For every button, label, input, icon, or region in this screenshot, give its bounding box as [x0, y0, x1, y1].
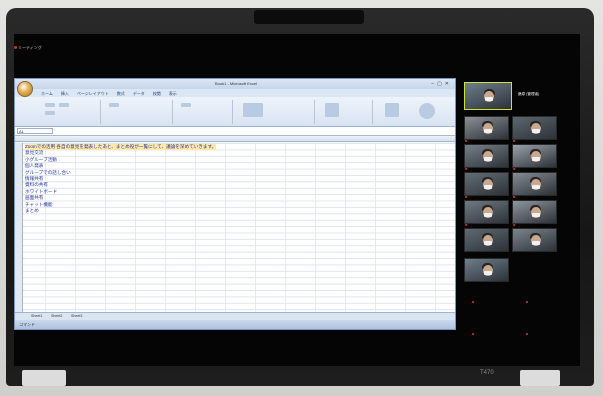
participant-mask	[483, 241, 492, 245]
ribbon-tab[interactable]: データ	[133, 89, 145, 97]
laptop-display: ミーティング Book1 - Microsoft Excel –▢✕ ホーム 挿入…	[14, 34, 580, 366]
video-tile[interactable]	[464, 144, 509, 168]
participant-name: 桑原 (管理者)	[518, 92, 540, 96]
ribbon-tab[interactable]: 校閲	[153, 89, 161, 97]
video-tile[interactable]	[464, 258, 509, 282]
hinge-left	[22, 370, 66, 386]
participant-mask	[483, 157, 492, 161]
participant-mask	[531, 241, 540, 245]
video-tile[interactable]	[464, 82, 512, 110]
participant-mask	[483, 185, 492, 189]
mic-muted-icon	[465, 168, 467, 170]
meeting-title: ミーティング	[18, 45, 42, 50]
laptop-model: T470	[480, 370, 494, 376]
name-box[interactable]: A1	[17, 128, 53, 134]
ribbon-tab[interactable]: 表示	[169, 89, 177, 97]
ribbon-tab[interactable]: 数式	[117, 89, 125, 97]
column-headers	[15, 136, 455, 142]
window-title: Book1 - Microsoft Excel	[215, 81, 258, 86]
video-tile[interactable]	[512, 228, 557, 252]
insert-cells-icon[interactable]	[325, 103, 339, 117]
participant-mask	[531, 213, 540, 217]
table-row[interactable]: Zoomでの活用 各自の意見を発表したあと、まとめ役が一覧にして、議論を深めてい…	[25, 144, 217, 151]
mic-muted-icon	[465, 140, 467, 142]
find-icon[interactable]	[419, 103, 435, 119]
mic-muted-icon	[472, 333, 474, 335]
webcam	[254, 10, 364, 24]
participant-mask	[531, 157, 540, 161]
participants-panel: 桑原 (管理者)	[462, 78, 580, 366]
bold-icon[interactable]	[45, 111, 55, 115]
participant-mask	[483, 213, 492, 217]
font-name-icon[interactable]	[45, 103, 55, 107]
office-button-icon[interactable]	[17, 81, 33, 97]
status-bar: コマンド	[15, 320, 455, 329]
video-tile[interactable]	[464, 200, 509, 224]
formula-bar[interactable]: A1	[15, 127, 455, 136]
hinge-right	[520, 370, 560, 386]
mic-muted-icon	[465, 196, 467, 198]
mic-muted-icon	[513, 140, 515, 142]
video-tile[interactable]	[464, 172, 509, 196]
mic-muted-icon	[513, 196, 515, 198]
ribbon	[15, 97, 455, 127]
mic-muted-icon	[513, 224, 515, 226]
participant-mask	[483, 271, 492, 275]
video-tile[interactable]	[512, 172, 557, 196]
sheet-tab[interactable]: Sheet1	[31, 314, 42, 318]
row-headers	[15, 143, 23, 313]
video-tile[interactable]	[512, 116, 557, 140]
spreadsheet-grid[interactable]: Zoomでの活用 各自の意見を発表したあと、まとめ役が一覧にして、議論を深めてい…	[15, 143, 455, 313]
mic-muted-icon	[526, 301, 528, 303]
mic-muted-icon	[513, 168, 515, 170]
video-tile[interactable]	[512, 144, 557, 168]
sort-filter-icon[interactable]	[385, 103, 399, 117]
status-text: コマンド	[19, 322, 35, 327]
table-row[interactable]: まとめ	[25, 208, 216, 214]
ribbon-tab[interactable]: ページレイアウト	[77, 89, 109, 97]
mic-muted-icon	[472, 301, 474, 303]
participant-mask	[485, 97, 493, 101]
participant-mask	[483, 129, 492, 133]
window-controls[interactable]: –▢✕	[431, 81, 452, 87]
video-tile[interactable]	[512, 200, 557, 224]
number-format-icon[interactable]	[181, 103, 191, 107]
cell-rows: Zoomでの活用 各自の意見を発表したあと、まとめ役が一覧にして、議論を深めてい…	[25, 144, 217, 214]
recording-indicator-icon	[14, 46, 17, 49]
ribbon-tab[interactable]: ホーム	[41, 89, 53, 97]
conditional-format-icon[interactable]	[243, 103, 263, 117]
video-tile[interactable]	[464, 228, 509, 252]
align-icon[interactable]	[109, 103, 119, 107]
mic-muted-icon	[465, 224, 467, 226]
sheet-tab[interactable]: Sheet2	[51, 314, 62, 318]
mic-muted-icon	[526, 333, 528, 335]
ribbon-tabs: ホーム 挿入 ページレイアウト 数式 データ 校閲 表示	[15, 89, 455, 97]
participant-mask	[531, 185, 540, 189]
video-tile[interactable]	[464, 116, 509, 140]
participant-mask	[531, 129, 540, 133]
ribbon-tab[interactable]: 挿入	[61, 89, 69, 97]
sheet-tab[interactable]: Sheet3	[71, 314, 82, 318]
excel-window[interactable]: Book1 - Microsoft Excel –▢✕ ホーム 挿入 ページレイアウ…	[14, 78, 456, 330]
font-size-icon[interactable]	[59, 103, 69, 107]
excel-titlebar[interactable]: Book1 - Microsoft Excel –▢✕	[15, 79, 455, 97]
photo-scene: T470 ミーティング Book1 - Microsoft Excel –▢✕ …	[0, 0, 603, 396]
sheet-tabs: Sheet1 Sheet2 Sheet3	[15, 312, 455, 320]
